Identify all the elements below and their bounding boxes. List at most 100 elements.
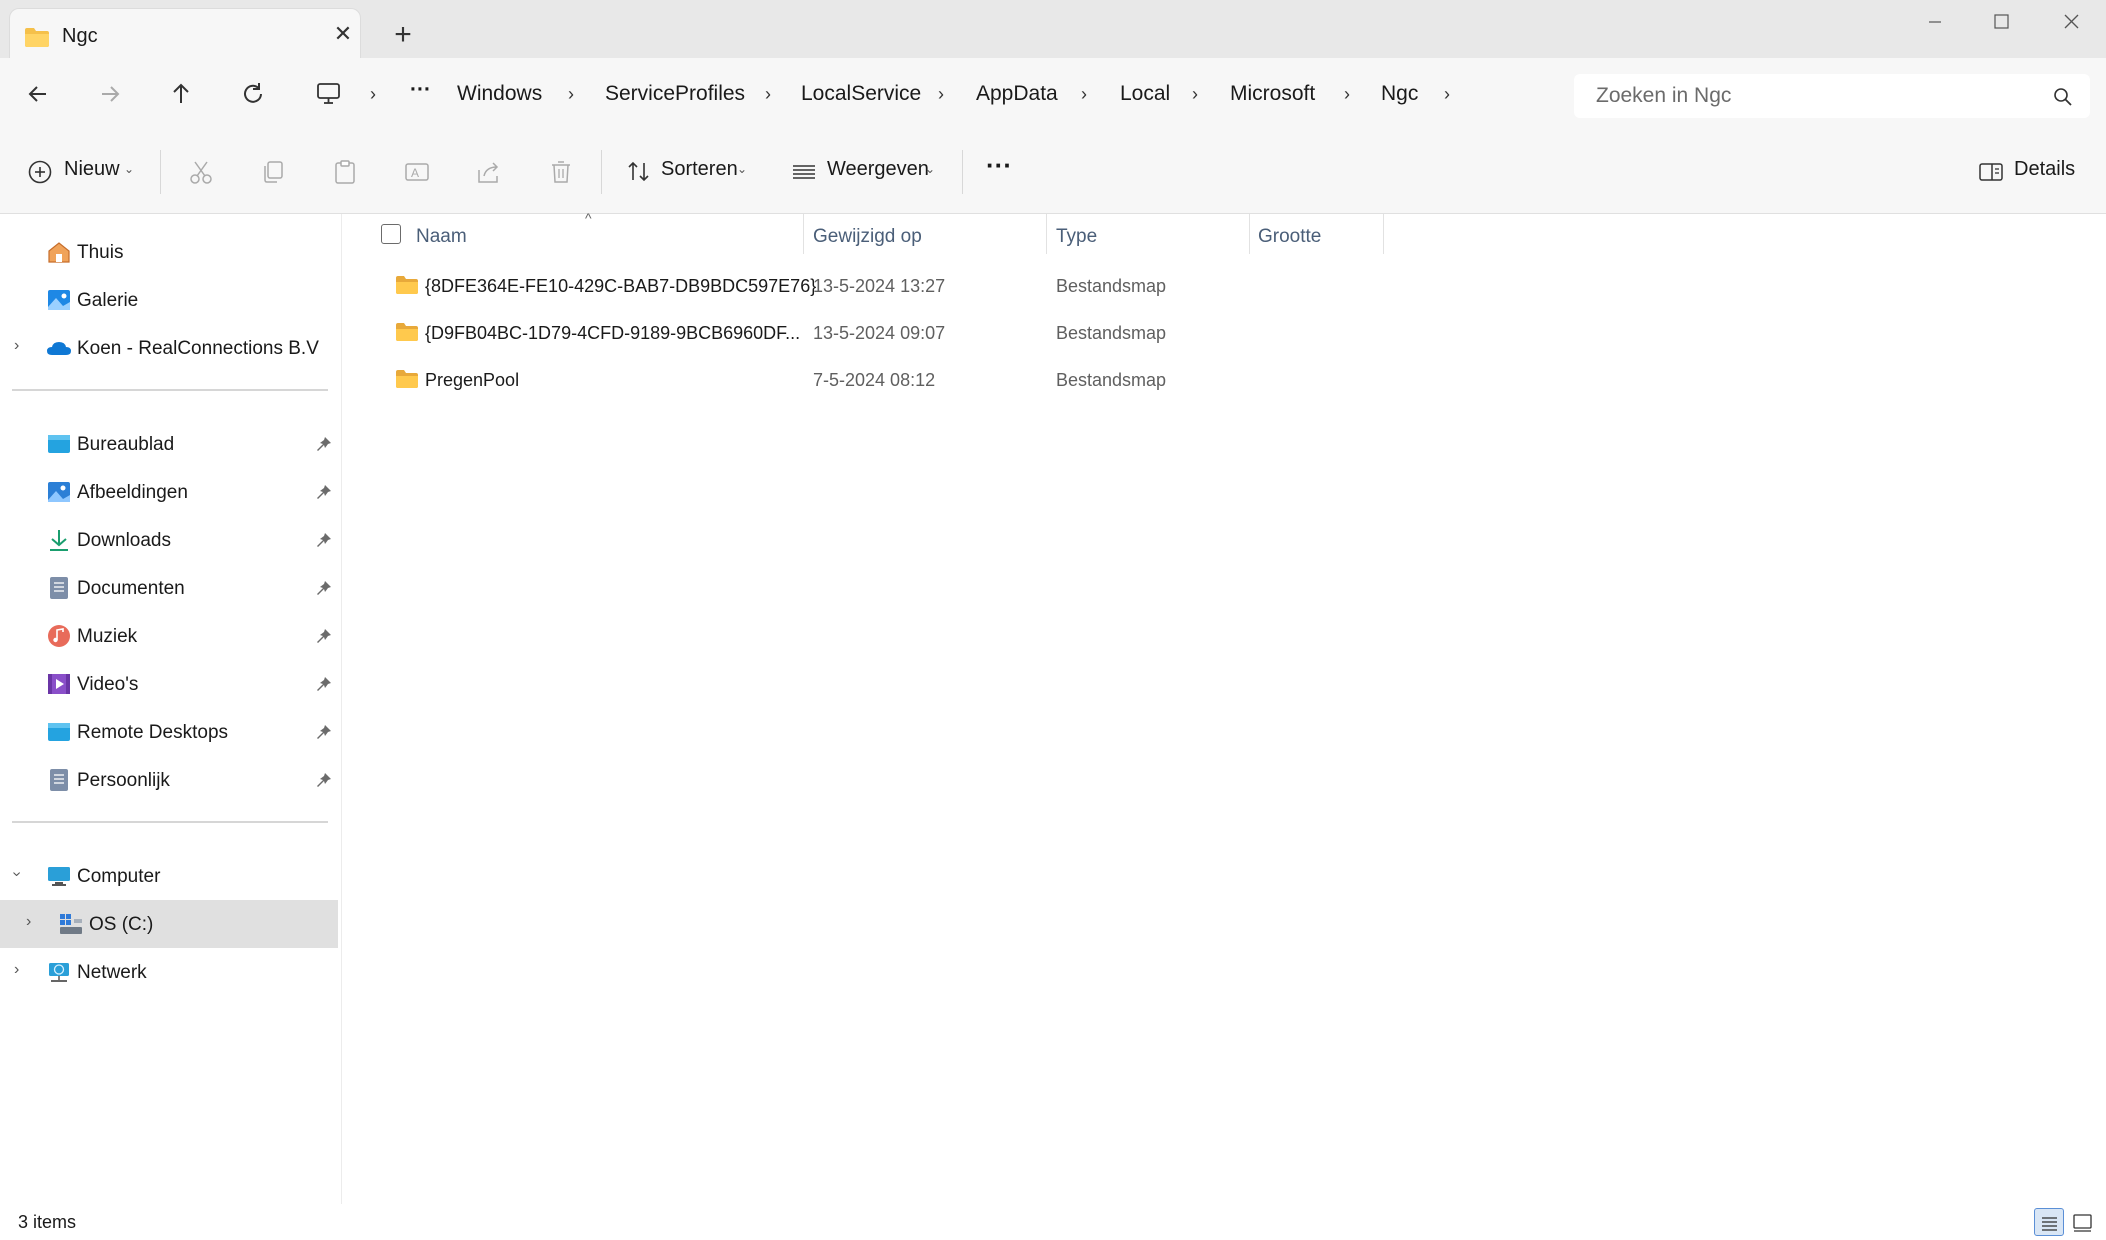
desktop-folder-icon <box>46 432 72 456</box>
sidebar-item-os-c[interactable]: › OS (C:) <box>0 900 338 948</box>
forward-button[interactable] <box>90 74 130 114</box>
divider <box>12 389 328 391</box>
view-button[interactable]: Weergeven <box>827 158 929 181</box>
chevron-right-icon[interactable]: › <box>568 84 574 105</box>
maximize-button[interactable] <box>1966 0 2036 44</box>
sidebar-item-label: Video's <box>77 674 139 695</box>
chevron-right-icon[interactable]: › <box>765 84 771 105</box>
command-bar: Nieuw ⌄ A Sorteren ⌄ Weergeven ⌄ ··· Det… <box>0 130 2106 214</box>
sidebar-item-netwerk[interactable]: › Netwerk <box>0 948 338 996</box>
chevron-down-icon[interactable]: ⌄ <box>925 162 935 176</box>
pin-icon[interactable] <box>316 484 332 505</box>
chevron-down-icon[interactable]: ⌄ <box>737 162 747 176</box>
pin-icon[interactable] <box>316 580 332 601</box>
chevron-right-icon[interactable]: › <box>938 84 944 105</box>
chevron-right-icon[interactable]: › <box>14 961 19 979</box>
view-icon[interactable] <box>790 158 818 186</box>
sidebar-item-muziek[interactable]: Muziek <box>0 612 338 660</box>
breadcrumb-overflow-button[interactable]: ··· <box>410 78 431 102</box>
chevron-down-icon[interactable]: ⌄ <box>124 162 134 176</box>
pin-icon[interactable] <box>316 772 332 793</box>
rename-icon[interactable]: A <box>403 158 431 186</box>
breadcrumb-serviceprofiles[interactable]: ServiceProfiles <box>605 82 745 106</box>
file-row[interactable]: PregenPool 7-5-2024 08:12 Bestandsmap <box>343 357 1363 403</box>
sidebar-item-afbeeldingen[interactable]: Afbeeldingen <box>0 468 338 516</box>
cut-icon[interactable] <box>187 158 215 186</box>
folder-icon <box>24 26 50 53</box>
details-button[interactable]: Details <box>2014 158 2075 181</box>
breadcrumb-local[interactable]: Local <box>1120 82 1170 106</box>
refresh-button[interactable] <box>233 74 273 114</box>
paste-icon[interactable] <box>331 158 359 186</box>
close-tab-icon[interactable]: ✕ <box>328 19 358 49</box>
breadcrumb-windows[interactable]: Windows <box>457 82 542 106</box>
sidebar-item-documenten[interactable]: Documenten <box>0 564 338 612</box>
folder-icon <box>395 275 419 300</box>
column-resize-handle[interactable] <box>1046 214 1047 254</box>
file-row[interactable]: {D9FB04BC-1D79-4CFD-9189-9BCB6960DF... 1… <box>343 310 1363 356</box>
search-icon[interactable] <box>2052 86 2074 113</box>
details-pane-icon[interactable] <box>1977 158 2005 186</box>
address-bar[interactable]: › ··· Windows › ServiceProfiles › LocalS… <box>300 72 1562 116</box>
minimize-button[interactable] <box>1900 0 1970 44</box>
sidebar-item-remote-desktops[interactable]: Remote Desktops <box>0 708 338 756</box>
select-all-checkbox[interactable] <box>381 224 401 244</box>
up-button[interactable] <box>161 74 201 114</box>
pin-icon[interactable] <box>316 676 332 697</box>
sort-button[interactable]: Sorteren <box>661 158 738 181</box>
sidebar-item-onedrive[interactable]: › Koen - RealConnections B.V <box>0 324 338 372</box>
delete-icon[interactable] <box>547 158 575 186</box>
chevron-right-icon[interactable]: › <box>1344 84 1350 105</box>
column-header-type[interactable]: Type <box>1056 226 1097 248</box>
sidebar-item-persoonlijk[interactable]: Persoonlijk <box>0 756 338 804</box>
column-resize-handle[interactable] <box>1249 214 1250 254</box>
copy-icon[interactable] <box>259 158 287 186</box>
breadcrumb-ngc[interactable]: Ngc <box>1381 82 1418 106</box>
column-header-modified[interactable]: Gewijzigd op <box>813 226 922 248</box>
pin-icon[interactable] <box>316 532 332 553</box>
svg-text:A: A <box>411 166 419 180</box>
close-window-button[interactable] <box>2036 0 2106 44</box>
network-icon <box>46 960 72 984</box>
column-resize-handle[interactable] <box>1383 214 1384 254</box>
back-button[interactable] <box>18 74 58 114</box>
column-header-size[interactable]: Grootte <box>1258 226 1321 248</box>
file-row[interactable]: {8DFE364E-FE10-429C-BAB7-DB9BDC597E76} 1… <box>343 263 1363 309</box>
sidebar-item-downloads[interactable]: Downloads <box>0 516 338 564</box>
chevron-right-icon[interactable]: › <box>1192 84 1198 105</box>
breadcrumb-localservice[interactable]: LocalService <box>801 82 921 106</box>
column-header-name[interactable]: Naam <box>416 226 467 248</box>
sidebar-item-videos[interactable]: Video's <box>0 660 338 708</box>
chevron-right-icon[interactable]: › <box>1081 84 1087 105</box>
more-options-button[interactable]: ··· <box>986 150 1012 181</box>
computer-icon <box>316 82 342 111</box>
pin-icon[interactable] <box>316 436 332 457</box>
large-icons-view-button[interactable] <box>2068 1208 2098 1236</box>
chevron-right-icon[interactable]: › <box>26 913 31 931</box>
sidebar-item-bureaublad[interactable]: Bureaublad <box>0 420 338 468</box>
breadcrumb-microsoft[interactable]: Microsoft <box>1230 82 1315 106</box>
sidebar-item-thuis[interactable]: Thuis <box>0 228 338 276</box>
column-resize-handle[interactable] <box>803 214 804 254</box>
file-type: Bestandsmap <box>1056 370 1167 390</box>
sort-icon[interactable] <box>625 158 653 186</box>
tab-ngc[interactable]: Ngc ✕ <box>9 8 361 60</box>
chevron-right-icon[interactable]: › <box>14 337 19 355</box>
pin-icon[interactable] <box>316 628 332 649</box>
new-tab-button[interactable]: + <box>386 18 420 52</box>
chevron-right-icon[interactable]: › <box>1444 84 1450 105</box>
sidebar-item-computer[interactable]: › Computer <box>0 852 338 900</box>
file-name: {D9FB04BC-1D79-4CFD-9189-9BCB6960DF... <box>425 323 801 343</box>
column-header-row: ^ Naam Gewijzigd op Type Grootte <box>343 210 1384 256</box>
sidebar-item-galerie[interactable]: Galerie <box>0 276 338 324</box>
details-view-button[interactable] <box>2034 1208 2064 1236</box>
pin-icon[interactable] <box>316 724 332 745</box>
breadcrumb-appdata[interactable]: AppData <box>976 82 1058 106</box>
share-icon[interactable] <box>475 158 503 186</box>
downloads-icon <box>46 528 72 552</box>
search-input[interactable]: Zoeken in Ngc <box>1574 74 2090 118</box>
chevron-right-icon[interactable]: › <box>370 84 376 105</box>
new-plus-icon[interactable] <box>26 158 54 186</box>
chevron-down-icon[interactable]: › <box>8 871 26 876</box>
new-button[interactable]: Nieuw <box>64 158 120 181</box>
